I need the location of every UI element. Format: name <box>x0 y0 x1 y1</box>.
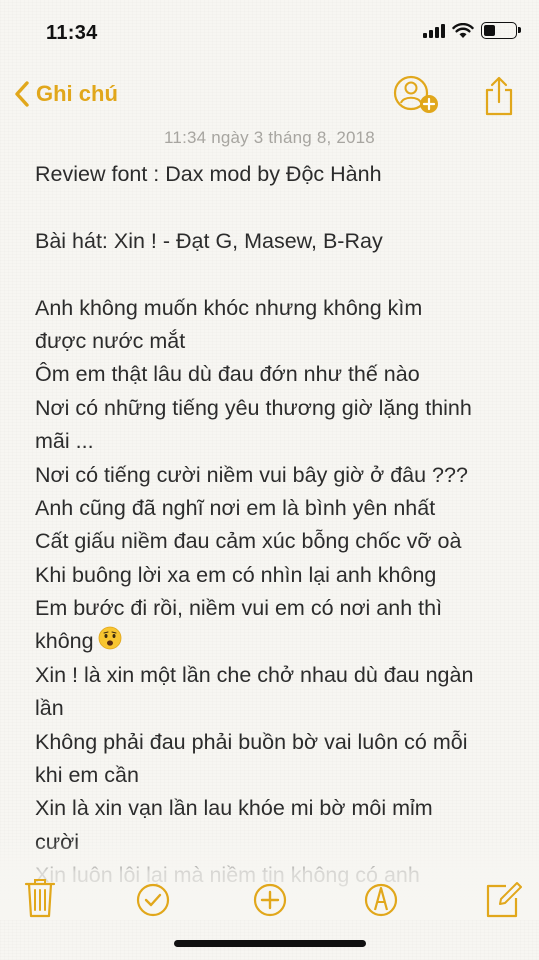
note-line-text: lần <box>35 696 64 721</box>
nav-bar: Ghi chú <box>0 70 539 122</box>
note-line: Bài hát: Xin ! - Đạt G, Masew, B-Ray <box>35 225 515 258</box>
add-person-icon <box>393 75 438 113</box>
note-line-text: Anh không muốn khóc nhưng không kìm <box>35 295 423 320</box>
delete-button[interactable] <box>20 876 60 920</box>
compose-button[interactable] <box>484 876 524 920</box>
note-line-text: khi em cần <box>35 763 139 788</box>
note-date: 11:34 ngày 3 tháng 8, 2018 <box>164 128 375 147</box>
note-line-text: Xin ! là xin một lần che chở nhau dù đau… <box>35 662 474 687</box>
chevron-left-icon <box>15 81 29 107</box>
note-line: không <box>35 625 515 658</box>
compose-icon <box>486 882 522 918</box>
status-bar: 11:34 <box>0 0 539 62</box>
markup-button[interactable] <box>361 876 401 920</box>
note-line: Nơi có tiếng cười niềm vui bây giờ ở đâu… <box>35 459 515 492</box>
checklist-icon <box>136 883 170 917</box>
note-line-text: Cất giấu niềm đau cảm xúc bỗng chốc vỡ o… <box>35 529 462 554</box>
add-people-button[interactable] <box>392 72 442 118</box>
note-line: Review font : Dax mod by Độc Hành <box>35 158 515 191</box>
back-button[interactable]: Ghi chú <box>14 80 118 108</box>
note-line: Nơi có những tiếng yêu thương giờ lặng t… <box>35 392 515 425</box>
note-line: Em bước đi rồi, niềm vui em có nơi anh t… <box>35 592 515 625</box>
note-body[interactable]: Review font : Dax mod by Độc Hành Bài hát… <box>35 158 515 898</box>
markup-icon <box>364 883 398 917</box>
note-line-text: Không phải đau phải buồn bờ vai luôn có … <box>35 729 468 754</box>
status-icons <box>423 22 521 39</box>
bottom-toolbar <box>0 876 539 926</box>
note-line: Ôm em thật lâu dù đau đớn như thế nào <box>35 358 515 391</box>
note-line-text: được nước mắt <box>35 328 186 353</box>
note-line-text: Bài hát: Xin ! - Đạt G, Masew, B-Ray <box>35 228 383 253</box>
add-icon <box>253 883 287 917</box>
note-line-text: Ôm em thật lâu dù đau đớn như thế nào <box>35 362 420 387</box>
add-button[interactable] <box>250 876 290 920</box>
note-line-text: Khi buông lời xa em có nhìn lại anh khôn… <box>35 562 437 587</box>
share-button[interactable] <box>482 76 516 116</box>
note-line: Khi buông lời xa em có nhìn lại anh khôn… <box>35 559 515 592</box>
note-line: mãi ... <box>35 425 515 458</box>
home-indicator <box>174 940 366 947</box>
worried-face-emoji-icon <box>98 626 122 660</box>
note-line-text: Nơi có những tiếng yêu thương giờ lặng t… <box>35 395 472 420</box>
note-line-text: mãi ... <box>35 429 94 454</box>
checklist-button[interactable] <box>133 876 173 920</box>
battery-level <box>484 25 495 36</box>
note-line: Xin ! là xin một lần che chở nhau dù đau… <box>35 659 515 692</box>
note-line-text: Em bước đi rồi, niềm vui em có nơi anh t… <box>35 596 443 621</box>
note-blank-line <box>35 191 515 224</box>
note-line: Anh không muốn khóc nhưng không kìm <box>35 292 515 325</box>
note-line: được nước mắt <box>35 325 515 358</box>
note-line: lần <box>35 692 515 725</box>
wifi-icon <box>452 22 474 38</box>
note-line-text: không <box>35 629 94 654</box>
note-line: Xin là xin vạn lần lau khóe mi bờ môi mỉ… <box>35 792 515 825</box>
note-line-text: Review font : Dax mod by Độc Hành <box>35 162 382 186</box>
note-line-text: Xin là xin vạn lần lau khóe mi bờ môi mỉ… <box>35 796 433 821</box>
note-blank-line <box>35 258 515 291</box>
note-line: Không phải đau phải buồn bờ vai luôn có … <box>35 726 515 759</box>
cellular-signal-icon <box>423 23 445 38</box>
share-icon <box>485 76 513 116</box>
back-label: Ghi chú <box>36 81 118 106</box>
battery-icon <box>481 22 521 39</box>
note-line-text: Anh cũng đã nghĩ nơi em là bình yên nhất <box>35 495 436 520</box>
note-line: khi em cần <box>35 759 515 792</box>
status-time: 11:34 <box>46 22 98 44</box>
trash-icon <box>24 879 56 918</box>
note-line: Cất giấu niềm đau cảm xúc bỗng chốc vỡ o… <box>35 525 515 558</box>
note-line-text: Nơi có tiếng cười niềm vui bây giờ ở đâu… <box>35 462 468 487</box>
note-line: Anh cũng đã nghĩ nơi em là bình yên nhất <box>35 492 515 525</box>
